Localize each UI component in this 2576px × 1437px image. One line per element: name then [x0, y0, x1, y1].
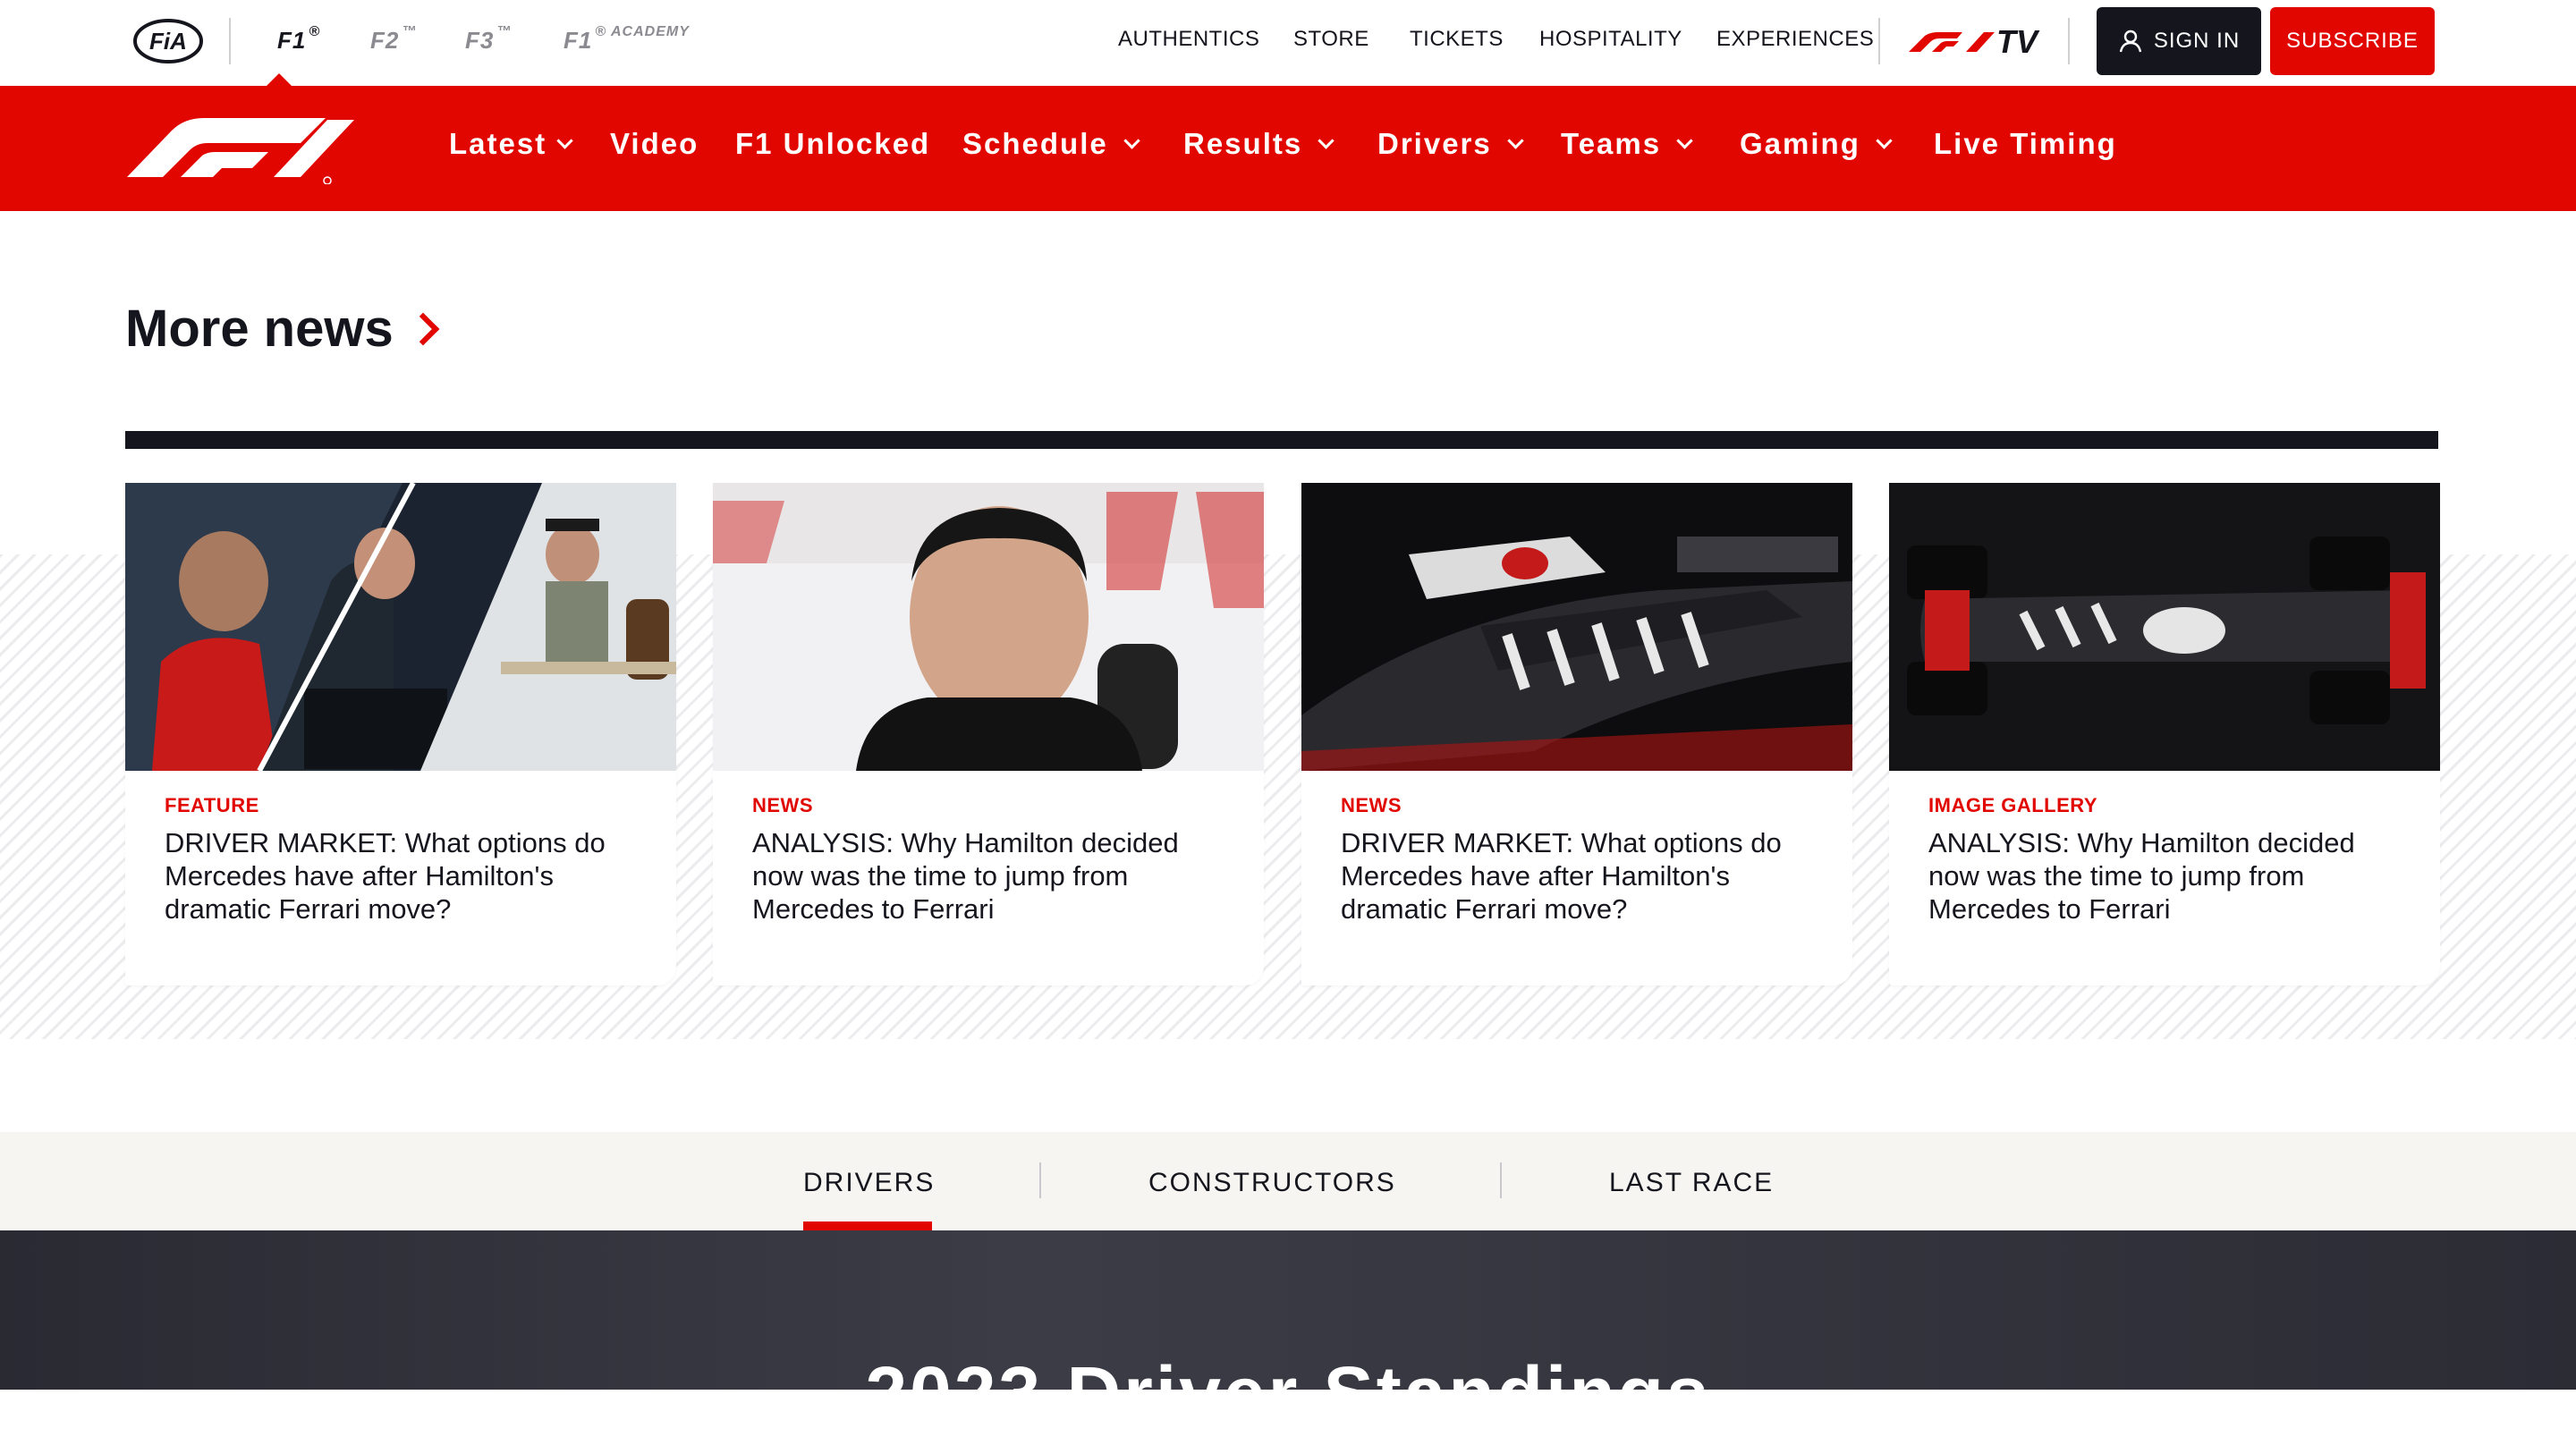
svg-text:FiA: FiA	[149, 28, 187, 55]
active-series-indicator	[267, 73, 292, 86]
card-title: ANALYSIS: Why Hamilton decided now was t…	[1928, 827, 2355, 925]
divider	[229, 18, 231, 64]
f1tv-label: TV	[1996, 23, 2038, 60]
chevron-down-icon	[556, 131, 573, 149]
news-card[interactable]: NEWS ANALYSIS: Why Hamilton decided now …	[713, 483, 1264, 985]
more-news-title: More news	[125, 300, 394, 358]
chevron-down-icon	[1876, 131, 1893, 149]
chevron-down-icon	[1318, 131, 1335, 149]
series-link-f1[interactable]: F1 ®	[277, 24, 320, 55]
nav-latest[interactable]: Latest	[449, 127, 573, 161]
section-rule	[125, 431, 2438, 449]
card-tag: FEATURE	[165, 794, 259, 816]
tab-divider	[1039, 1162, 1041, 1198]
chevron-down-icon	[1123, 131, 1140, 149]
card-title: DRIVER MARKET: What options do Mercedes …	[165, 827, 606, 925]
sign-in-label: SIGN IN	[2153, 29, 2241, 53]
link-hospitality[interactable]: HOSPITALITY	[1539, 27, 1682, 52]
main-navigation: Latest Video F1 Unlocked Schedule Result…	[0, 86, 2576, 211]
tab-constructors[interactable]: CONSTRUCTORS	[1148, 1168, 1396, 1198]
link-authentics[interactable]: AUTHENTICS	[1118, 27, 1259, 52]
tab-divider	[1500, 1162, 1502, 1198]
divider	[2068, 18, 2070, 64]
chevron-down-icon	[1676, 131, 1693, 149]
fia-logo[interactable]: FiA	[132, 18, 204, 64]
tab-drivers[interactable]: DRIVERS	[803, 1168, 935, 1198]
f1tv-link[interactable]: TV	[1905, 23, 2048, 61]
divider	[1878, 18, 1880, 64]
card-title: ANALYSIS: Why Hamilton decided now was t…	[752, 827, 1179, 925]
card-image-haas-car-topdown	[1889, 483, 2440, 771]
nav-schedule[interactable]: Schedule	[962, 127, 1140, 161]
card-tag: IMAGE GALLERY	[1928, 794, 2098, 816]
standings-title: 2023 Driver Standings	[865, 1351, 1711, 1435]
nav-gaming[interactable]: Gaming	[1740, 127, 1893, 161]
link-tickets[interactable]: TICKETS	[1410, 27, 1504, 52]
card-title: DRIVER MARKET: What options do Mercedes …	[1341, 827, 1782, 925]
chevron-down-icon	[1507, 131, 1524, 149]
link-store[interactable]: STORE	[1293, 27, 1369, 52]
top-utility-bar: FiA F1 ® F2 ™ F3 ™ F1 ® ACADEMY AUTHENTICS S…	[0, 0, 2576, 86]
subscribe-button[interactable]: SUBSCRIBE	[2270, 7, 2435, 75]
f1tv-logo	[1909, 32, 1995, 52]
news-card[interactable]: IMAGE GALLERY ANALYSIS: Why Hamilton dec…	[1889, 483, 2440, 985]
card-image-haas-car-closeup	[1301, 483, 1852, 771]
more-news-heading[interactable]: More news	[125, 299, 440, 359]
nav-live-timing[interactable]: Live Timing	[1934, 127, 2117, 161]
chevron-right-icon	[406, 312, 440, 345]
series-link-f3[interactable]: F3 ™	[465, 24, 512, 55]
user-icon	[2119, 30, 2142, 53]
news-card[interactable]: FEATURE DRIVER MARKET: What options do M…	[125, 483, 676, 985]
nav-drivers[interactable]: Drivers	[1377, 127, 1524, 161]
active-tab-indicator	[803, 1221, 932, 1230]
series-link-f1-academy[interactable]: F1 ® ACADEMY	[564, 24, 690, 55]
news-card[interactable]: NEWS DRIVER MARKET: What options do Merc…	[1301, 483, 1852, 985]
tab-last-race[interactable]: LAST RACE	[1609, 1168, 1774, 1198]
nav-f1-unlocked[interactable]: F1 Unlocked	[735, 127, 930, 161]
series-link-f2[interactable]: F2 ™	[370, 24, 417, 55]
link-experiences[interactable]: EXPERIENCES	[1716, 27, 1874, 52]
f1-logo[interactable]	[125, 113, 358, 184]
card-image-team-principal-portrait	[713, 483, 1264, 771]
card-tag: NEWS	[752, 794, 813, 816]
nav-teams[interactable]: Teams	[1561, 127, 1693, 161]
nav-video[interactable]: Video	[610, 127, 699, 161]
card-tag: NEWS	[1341, 794, 1402, 816]
nav-results[interactable]: Results	[1183, 127, 1335, 161]
subscribe-label: SUBSCRIBE	[2286, 29, 2419, 53]
card-image-driver-collage	[125, 483, 676, 771]
sign-in-button[interactable]: SIGN IN	[2097, 7, 2261, 75]
